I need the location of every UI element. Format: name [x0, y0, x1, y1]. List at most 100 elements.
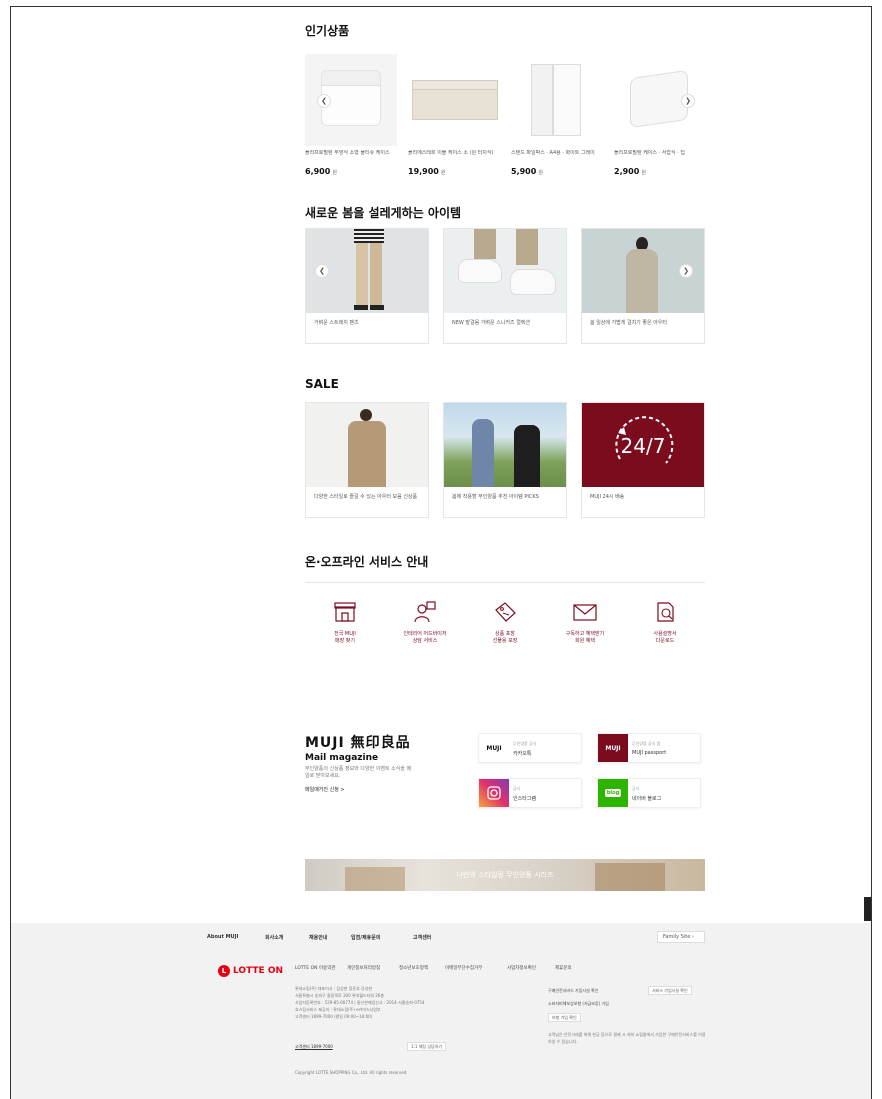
- blog-icon: blog: [598, 779, 628, 807]
- muji-passport-icon: MUJI: [598, 734, 628, 762]
- mail-icon: [573, 604, 597, 621]
- footer: About MUJI 회사소개 채용안내 입점/제휴문의 고객센터 Family…: [11, 923, 871, 1099]
- carousel-prev-button[interactable]: ❮: [317, 94, 331, 108]
- sale-card[interactable]: 24/7 MUJI 24시 배송: [581, 402, 705, 518]
- product-price: 19,900 원: [408, 167, 446, 176]
- footer-link[interactable]: 제휴문의: [555, 965, 572, 971]
- footer-nav-careers[interactable]: 채용안내: [309, 934, 327, 941]
- scroll-top-button[interactable]: ⌃ TOP: [864, 897, 871, 921]
- feature-image: [444, 229, 566, 313]
- footer-link[interactable]: 이메일무단수집거부: [445, 965, 482, 971]
- sale-image: [306, 403, 428, 487]
- footer-link[interactable]: LOTTE ON 이용약관: [295, 965, 335, 971]
- chat-consult-button[interactable]: 1:1 채팅 상담하기: [407, 1042, 447, 1051]
- sale-image: [444, 403, 566, 487]
- footer-nav-support[interactable]: 고객센터: [413, 934, 431, 941]
- footer-nav-about[interactable]: About MUJI: [207, 934, 238, 940]
- product-card[interactable]: 폴리프로필렌 뚜껑식 소형 물티슈 케이스 6,900 원: [305, 54, 397, 176]
- product-card[interactable]: 폴리에스테르 이불 케이스 소 (원 터치식) 19,900 원: [408, 54, 500, 176]
- safety-description: 고객님은 안전거래를 위해 현금 등으로 결제 시 저희 쇼핑몰에서 가입한 구…: [548, 1032, 706, 1044]
- product-price: 5,900 원: [511, 167, 543, 176]
- social-kakao[interactable]: MUJI 무인양품 공식 카카오톡: [478, 733, 582, 763]
- product-image: [408, 54, 500, 146]
- service-box: 전국 MUJI 매장 찾기 인테리어 어드바이저 상담 서비스 상품 포장 선물용 포…: [305, 582, 705, 670]
- feature-card[interactable]: 가벼운 스트레치 팬츠: [305, 228, 429, 344]
- product-name: 폴리프로필렌 케이스 · 서랍식 · 딥: [614, 150, 685, 156]
- footer-nav-partnership[interactable]: 입점/제휴문의: [351, 934, 380, 941]
- page-frame: 인기상품 ❮ ❯ 폴리프로필렌 뚜껑식 소형 물티슈 케이스 6,900 원 폴리…: [10, 6, 872, 1099]
- section-title-spring: 새로운 봄을 설레게하는 아이템: [305, 206, 462, 220]
- carousel-prev-button[interactable]: ❮: [315, 264, 329, 278]
- product-card[interactable]: 폴리프로필렌 케이스 · 서랍식 · 딥 2,900 원: [614, 54, 706, 176]
- social-naver-blog[interactable]: blog 공식 네이버 블로그: [597, 778, 701, 808]
- advisor-icon: [414, 601, 436, 623]
- kakao-icon: MUJI: [486, 744, 502, 752]
- section-title-popular: 인기상품: [305, 24, 350, 38]
- product-price: 6,900 원: [305, 167, 337, 176]
- feature-caption: 가벼운 스트레치 팬츠: [314, 320, 359, 326]
- service-manual-download[interactable]: 사용설명서 다운로드: [625, 601, 705, 645]
- insurance-check-button[interactable]: 보험 가입 확인: [548, 1013, 581, 1022]
- social-muji-passport[interactable]: MUJI 무인양품 공식 앱 MUJI passport: [597, 733, 701, 763]
- service-label: 전국 MUJI 매장 찾기: [334, 631, 356, 644]
- svg-text:24/7: 24/7: [621, 434, 666, 458]
- popular-carousel: ❮ ❯ 폴리프로필렌 뚜껑식 소형 물티슈 케이스 6,900 원 폴리에스테르 …: [305, 54, 706, 184]
- service-label: 인테리어 어드바이저 상담 서비스: [403, 631, 447, 644]
- feature-caption: 봄 일상에 가볍게 걸치기 좋은 아우터: [590, 320, 667, 326]
- carousel-next-button[interactable]: ❯: [681, 94, 695, 108]
- feature-caption: NEW 발걸음 가벼운 스니커즈 컬렉션: [452, 320, 531, 326]
- sale-caption: 다양한 스타일로 즐길 수 있는 아우터 모음 신상품: [314, 494, 418, 500]
- product-name: 폴리에스테르 이불 케이스 소 (원 터치식): [408, 150, 494, 156]
- store-icon: [334, 602, 356, 622]
- product-price: 2,900 원: [614, 167, 646, 176]
- chevron-up-icon: ⌃: [864, 901, 871, 910]
- product-card[interactable]: 스탠드 파일박스 · A4용 · 화이트 그레이 5,900 원: [511, 54, 603, 176]
- service-label: 구독하고 혜택받기 회원 혜택: [565, 631, 605, 644]
- mail-magazine-description: 무인양품의 신상품 정보와 다양한 이벤트 소식을 메일로 받아보세요.: [305, 766, 412, 779]
- service-member-benefit[interactable]: 구독하고 혜택받기 회원 혜택: [545, 601, 625, 645]
- section-title-sale: SALE: [305, 377, 339, 391]
- instagram-icon: [479, 779, 509, 807]
- product-name: 폴리프로필렌 뚜껑식 소형 물티슈 케이스: [305, 150, 390, 156]
- tag-icon: [495, 602, 516, 622]
- escrow-check-button[interactable]: 서비스 가입사실 확인: [648, 986, 692, 995]
- mail-magazine-title: Mail magazine: [305, 753, 379, 763]
- product-name: 스탠드 파일박스 · A4용 · 화이트 그레이: [511, 150, 595, 156]
- carousel-next-button[interactable]: ❯: [679, 264, 693, 278]
- chevron-right-icon: ›: [691, 934, 694, 940]
- banner-text: 나만의 스타일링 무인양품 시리즈: [456, 871, 554, 879]
- footer-link[interactable]: 청소년보호정책: [399, 965, 428, 971]
- help-phone[interactable]: 고객센터 1899-7000: [295, 1043, 333, 1050]
- feature-card[interactable]: 봄 일상에 가볍게 걸치기 좋은 아우터: [581, 228, 705, 344]
- sale-caption: MUJI 24시 배송: [590, 494, 625, 500]
- footer-link[interactable]: 개인정보처리방침: [347, 965, 380, 971]
- sale-image: 24/7: [582, 403, 704, 487]
- service-interior-advisor[interactable]: 인테리어 어드바이저 상담 서비스: [385, 601, 465, 645]
- service-gift-wrapping[interactable]: 상품 포장 선물용 포장: [465, 601, 545, 645]
- product-image: [511, 54, 603, 146]
- feature-card[interactable]: NEW 발걸음 가벼운 스니커즈 컬렉션: [443, 228, 567, 344]
- company-info: 롯데쇼핑(주) 대표이사 : 김상현 정준호 강성현 서울특별시 송파구 올림픽…: [295, 986, 425, 1019]
- service-store-finder[interactable]: 전국 MUJI 매장 찾기: [305, 601, 385, 645]
- service-label: 사용설명서 다운로드: [653, 631, 677, 644]
- family-site-select[interactable]: Family Site ›: [657, 931, 705, 943]
- insurance-info: 소비자피해보상보험 (지급보증) 가입: [548, 1001, 609, 1006]
- sale-card[interactable]: 봄에 착용할 무인양품 추천 아이템 PICKS: [443, 402, 567, 518]
- footer-nav-company[interactable]: 회사소개: [265, 934, 283, 941]
- clock-24-7-icon: 24/7: [615, 416, 674, 464]
- lotte-on-logo: L LOTTE ON: [218, 965, 283, 977]
- promo-banner[interactable]: 나만의 스타일링 무인양품 시리즈: [305, 859, 705, 891]
- escrow-info: 구매안전서비스 가입사실 확인: [548, 988, 599, 993]
- manual-icon: [657, 602, 674, 622]
- service-label: 상품 포장 선물용 포장: [492, 631, 518, 644]
- mail-magazine-link[interactable]: 메일매거진 신청 >: [305, 786, 345, 793]
- muji-logo: MUJI 無印良品: [305, 735, 411, 751]
- sale-card[interactable]: 다양한 스타일로 즐길 수 있는 아우터 모음 신상품: [305, 402, 429, 518]
- social-instagram[interactable]: 공식 인스타그램: [478, 778, 582, 808]
- section-title-service: 온·오프라인 서비스 안내: [305, 555, 429, 569]
- sale-caption: 봄에 착용할 무인양품 추천 아이템 PICKS: [452, 494, 539, 500]
- footer-link[interactable]: 사업자정보확인: [507, 965, 536, 971]
- spring-carousel: ❮ ❯ 가벼운 스트레치 팬츠 NEW 발걸음 가벼운 스니커즈 컬렉션 봄 일…: [305, 228, 705, 344]
- sale-row: 다양한 스타일로 즐길 수 있는 아우터 모음 신상품 봄에 착용할 무인양품 …: [305, 402, 705, 518]
- copyright: Copyright LOTTE SHOPPING Co., Ltd. All r…: [295, 1070, 408, 1075]
